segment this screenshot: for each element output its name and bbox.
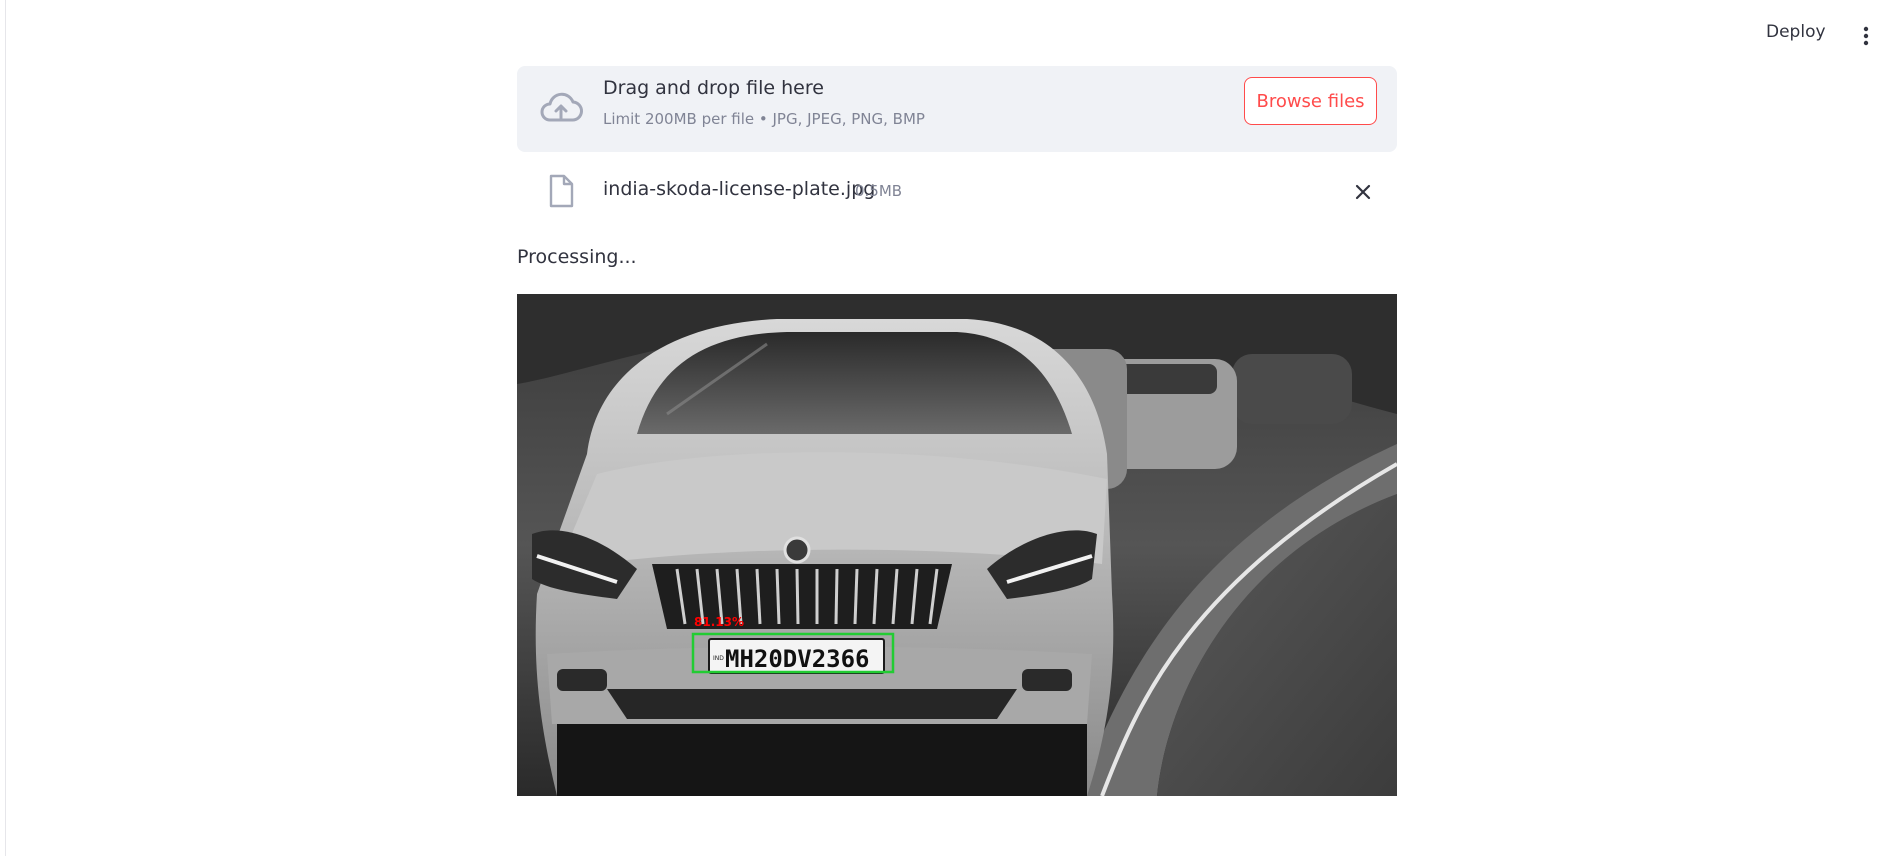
dropzone-title: Drag and drop file here xyxy=(603,77,824,99)
car-photo: IND MH20DV2366 81.13% xyxy=(517,294,1397,796)
app-page: Deploy Drag and drop file here Limit 200… xyxy=(0,0,1898,856)
processing-status: Processing... xyxy=(517,246,637,268)
result-image: IND MH20DV2366 81.13% xyxy=(517,294,1397,796)
dropzone-subtitle: Limit 200MB per file • JPG, JPEG, PNG, B… xyxy=(603,110,925,128)
confidence-label: 81.13% xyxy=(694,615,744,629)
uploaded-file-name: india-skoda-license-plate.jpg xyxy=(603,178,876,200)
file-dropzone[interactable]: Drag and drop file here Limit 200MB per … xyxy=(517,66,1397,152)
sidebar-edge xyxy=(0,0,6,856)
deploy-button[interactable]: Deploy xyxy=(1766,22,1826,42)
close-icon[interactable] xyxy=(1353,182,1373,202)
plate-prefix: IND xyxy=(713,655,724,662)
plate-text: MH20DV2366 xyxy=(725,645,870,673)
main-content: Drag and drop file here Limit 200MB per … xyxy=(517,66,1397,796)
uploaded-file-size: 0.5MB xyxy=(855,182,903,200)
file-icon xyxy=(549,174,574,208)
cloud-upload-icon xyxy=(540,92,583,122)
browse-files-button[interactable]: Browse files xyxy=(1244,77,1377,125)
more-vertical-icon[interactable] xyxy=(1862,26,1870,46)
